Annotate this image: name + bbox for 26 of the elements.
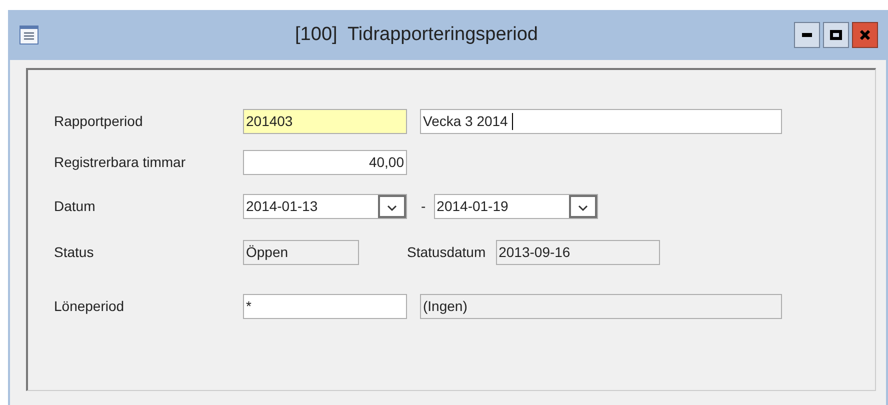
- field-label: Rapportperiod: [54, 112, 144, 131]
- field-label: Löneperiod: [54, 296, 126, 316]
- field-label: Datum: [54, 196, 96, 216]
- text-field[interactable]: Vecka 3 2014: [420, 108, 782, 134]
- field-label: Status: [54, 242, 95, 262]
- readonly-field: 2013-09-16: [496, 240, 660, 264]
- field-label: Registrerbara timmar: [54, 152, 186, 172]
- maximize-button[interactable]: [823, 22, 849, 48]
- minimize-icon: [802, 33, 812, 37]
- dropdown-icon[interactable]: [378, 194, 406, 218]
- text-field[interactable]: 40,00: [243, 150, 407, 174]
- date-picker[interactable]: 2014-01-13: [243, 194, 407, 218]
- range-dash: -: [421, 196, 426, 216]
- date-picker[interactable]: 2014-01-19: [434, 194, 598, 218]
- close-button[interactable]: [852, 22, 878, 48]
- close-icon: [859, 29, 871, 41]
- maximize-icon: [830, 30, 842, 40]
- window-menu-icon[interactable]: [19, 25, 39, 45]
- window-title: [100] Tidrapporteringsperiod: [294, 22, 539, 47]
- readonly-field: (Ingen): [420, 294, 782, 318]
- readonly-field: Öppen: [243, 240, 359, 264]
- text-field[interactable]: 201403: [243, 108, 407, 134]
- field-label: Statusdatum: [407, 242, 486, 262]
- dropdown-icon[interactable]: [568, 194, 597, 218]
- minimize-button[interactable]: [794, 22, 820, 48]
- text-field[interactable]: *: [243, 294, 407, 318]
